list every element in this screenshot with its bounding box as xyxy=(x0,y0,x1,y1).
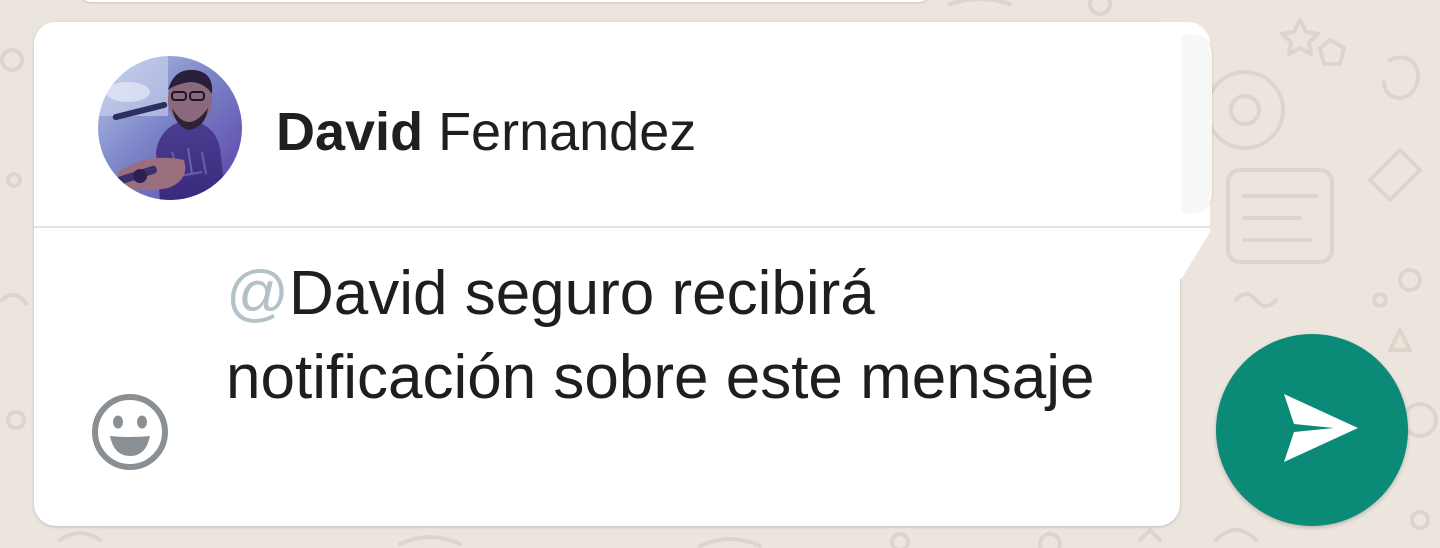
send-button[interactable] xyxy=(1216,334,1408,526)
contact-photo-avatar xyxy=(98,56,242,200)
mention-suggestion-panel: David Fernandez xyxy=(34,22,1212,228)
message-text: David seguro recibirá notificación sobre… xyxy=(226,259,1095,412)
smiley-icon xyxy=(92,394,168,470)
composer-tail xyxy=(1178,228,1211,280)
mention-contact-name[interactable]: David Fernandez xyxy=(276,100,696,164)
contact-first-name: David xyxy=(276,102,424,162)
contact-last-name: Fernandez xyxy=(423,102,697,162)
mention-symbol: @ xyxy=(226,259,289,328)
avatar[interactable] xyxy=(98,56,242,200)
emoji-button[interactable] xyxy=(88,392,172,472)
message-input[interactable]: @David seguro recibirá notificación sobr… xyxy=(226,252,1126,420)
send-arrow-icon xyxy=(1284,394,1358,462)
mention-panel-edge xyxy=(1182,36,1212,212)
previous-message-bubble xyxy=(80,0,930,2)
